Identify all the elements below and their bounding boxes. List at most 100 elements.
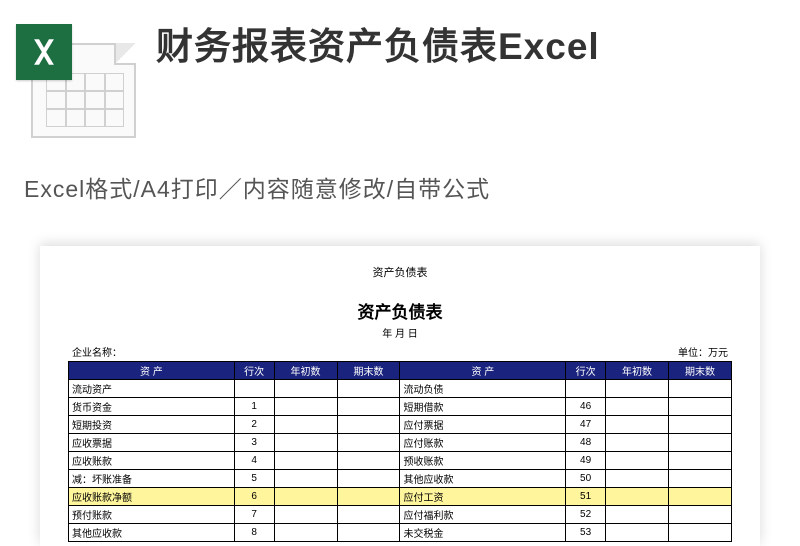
table-cell: 流动负债: [400, 380, 566, 398]
table-cell: 48: [566, 434, 606, 452]
table-row: 短期投资2 应付票据47: [69, 416, 732, 434]
table-cell: 流动资产: [69, 380, 235, 398]
table-cell: 应收账款: [69, 452, 235, 470]
table-cell: 其他应收款: [400, 470, 566, 488]
table-cell: [274, 506, 337, 524]
table-cell: [337, 416, 400, 434]
table-cell: [274, 416, 337, 434]
table-row: 减：坏账准备5 其他应收款50: [69, 470, 732, 488]
table-cell: 其他应收款: [69, 524, 235, 542]
preview-date-line: 年 月 日: [68, 325, 732, 340]
table-cell: [606, 416, 669, 434]
table-cell: 货币资金: [69, 398, 235, 416]
table-cell: [234, 380, 274, 398]
table-cell: [668, 398, 731, 416]
table-cell: [274, 524, 337, 542]
table-cell: 8: [234, 524, 274, 542]
document-preview: 资产负债表 资产负债表 年 月 日 企业名称： 单位：万元 资 产 行次 年初数…: [40, 246, 760, 546]
table-cell: [337, 524, 400, 542]
table-row: 流动资产 流动负债: [69, 380, 732, 398]
table-cell: [668, 380, 731, 398]
preview-top-caption: 资产负债表: [68, 264, 732, 280]
table-cell: 应付工资: [400, 488, 566, 506]
th-open-right: 年初数: [606, 362, 669, 380]
table-cell: 应收票据: [69, 434, 235, 452]
table-cell: [606, 524, 669, 542]
table-cell: 53: [566, 524, 606, 542]
table-row: 其他应收款8 未交税金53: [69, 524, 732, 542]
table-cell: 51: [566, 488, 606, 506]
table-cell: 52: [566, 506, 606, 524]
table-row: 应收账款净额6 应付工资51: [69, 488, 732, 506]
table-cell: 未交税金: [400, 524, 566, 542]
table-cell: [606, 470, 669, 488]
table-cell: 6: [234, 488, 274, 506]
table-cell: [337, 470, 400, 488]
table-cell: 减：坏账准备: [69, 470, 235, 488]
table-cell: 应付福利款: [400, 506, 566, 524]
table-cell: [606, 506, 669, 524]
table-cell: [566, 380, 606, 398]
excel-file-icon: [16, 18, 136, 138]
th-liab: 资 产: [400, 362, 566, 380]
table-cell: [668, 416, 731, 434]
table-cell: 47: [566, 416, 606, 434]
table-cell: [606, 380, 669, 398]
table-cell: 短期投资: [69, 416, 235, 434]
table-cell: [274, 434, 337, 452]
table-cell: 预付账款: [69, 506, 235, 524]
table-cell: 应付账款: [400, 434, 566, 452]
table-cell: [668, 488, 731, 506]
th-end-left: 期末数: [337, 362, 400, 380]
table-cell: [668, 452, 731, 470]
table-cell: [337, 488, 400, 506]
table-cell: [606, 452, 669, 470]
table-cell: [606, 434, 669, 452]
company-label: 企业名称：: [72, 344, 122, 359]
th-asset: 资 产: [69, 362, 235, 380]
table-row: 应收票据3 应付账款48: [69, 434, 732, 452]
th-end-right: 期末数: [668, 362, 731, 380]
table-cell: 2: [234, 416, 274, 434]
table-cell: 7: [234, 506, 274, 524]
table-cell: [668, 506, 731, 524]
table-cell: 1: [234, 398, 274, 416]
table-cell: 4: [234, 452, 274, 470]
th-open-left: 年初数: [274, 362, 337, 380]
table-cell: 应付票据: [400, 416, 566, 434]
page-title: 财务报表资产负债表Excel: [156, 22, 776, 72]
table-cell: [337, 434, 400, 452]
th-line-right: 行次: [566, 362, 606, 380]
page-subtitle: Excel格式/A4打印／内容随意修改/自带公式: [0, 148, 800, 228]
table-cell: [337, 398, 400, 416]
table-cell: 50: [566, 470, 606, 488]
table-cell: 46: [566, 398, 606, 416]
table-cell: [668, 434, 731, 452]
unit-label: 单位：万元: [678, 344, 728, 359]
table-cell: [274, 452, 337, 470]
table-cell: 短期借款: [400, 398, 566, 416]
table-cell: [668, 470, 731, 488]
table-cell: [337, 380, 400, 398]
table-cell: 应收账款净额: [69, 488, 235, 506]
preview-main-title: 资产负债表: [68, 298, 732, 323]
th-line-left: 行次: [234, 362, 274, 380]
table-cell: [337, 506, 400, 524]
table-cell: [606, 398, 669, 416]
table-cell: [668, 524, 731, 542]
table-cell: [274, 470, 337, 488]
table-cell: 5: [234, 470, 274, 488]
table-cell: [274, 488, 337, 506]
table-header-row: 资 产 行次 年初数 期末数 资 产 行次 年初数 期末数: [69, 362, 732, 380]
table-cell: 预收账款: [400, 452, 566, 470]
table-row: 货币资金1 短期借款46: [69, 398, 732, 416]
table-cell: 49: [566, 452, 606, 470]
excel-x-badge-icon: [16, 24, 72, 80]
table-row: 应收账款4 预收账款49: [69, 452, 732, 470]
table-row: 预付账款7 应付福利款52: [69, 506, 732, 524]
table-cell: [606, 488, 669, 506]
table-cell: 3: [234, 434, 274, 452]
balance-sheet-table: 资 产 行次 年初数 期末数 资 产 行次 年初数 期末数 流动资产流动负债货币…: [68, 361, 732, 542]
table-cell: [274, 398, 337, 416]
table-cell: [337, 452, 400, 470]
